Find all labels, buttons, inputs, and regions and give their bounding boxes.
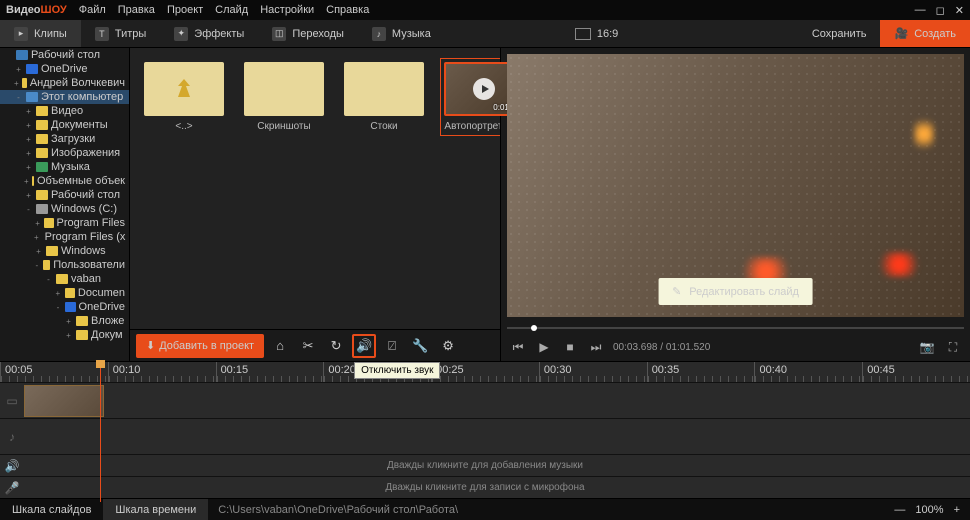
tree-item[interactable]: -OneDrive	[0, 300, 129, 314]
menu-file[interactable]: Файл	[79, 4, 106, 16]
file-tree: Рабочий стол+OneDrive+Андрей Волчкевич-Э…	[0, 48, 130, 361]
timeline-scale-tab[interactable]: Шкала времени	[103, 499, 208, 520]
menu-edit[interactable]: Правка	[118, 4, 155, 16]
current-path: C:\Users\vaban\OneDrive\Рабочий стол\Раб…	[208, 504, 468, 516]
tree-item[interactable]: Рабочий стол	[0, 48, 129, 62]
preview-panel: ✎Редактировать слайд ⏮ ▶ ■ ⏭ 00:03.698 /…	[500, 48, 970, 361]
speaker-icon: 🔊	[0, 459, 24, 473]
tree-item[interactable]: -Windows (C:)	[0, 202, 129, 216]
mic-icon: 🎤	[0, 481, 24, 495]
statusbar: Шкала слайдов Шкала времени C:\Users\vab…	[0, 498, 970, 520]
tabs-row: ▸Клипы TТитры ✦Эффекты ◫Переходы ♪Музыка…	[0, 20, 970, 48]
tab-music[interactable]: ♪Музыка	[358, 20, 445, 47]
video-track[interactable]: ▭	[0, 382, 970, 418]
audio-track-icon: ♪	[0, 430, 24, 444]
tree-item[interactable]: -Этот компьютер	[0, 90, 129, 104]
tree-item[interactable]: +Вложе	[0, 314, 129, 328]
menu-settings[interactable]: Настройки	[260, 4, 314, 16]
menu-slide[interactable]: Слайд	[215, 4, 248, 16]
tree-item[interactable]: +Видео	[0, 104, 129, 118]
zoom-in-button[interactable]: +	[954, 504, 960, 516]
audio-track[interactable]: ♪	[0, 418, 970, 454]
tree-item[interactable]: +OneDrive	[0, 62, 129, 76]
clip-toolbar: ⬇Добавить в проект ⌂ ✂ ↻ 🔊 Отключить зву…	[130, 329, 500, 361]
preview-canvas[interactable]: ✎Редактировать слайд	[507, 54, 964, 317]
create-button[interactable]: 🎥Создать	[880, 20, 970, 47]
tree-item[interactable]: +Документы	[0, 118, 129, 132]
thumbnail[interactable]: Скриншоты	[244, 62, 324, 132]
cut-button[interactable]: ✂	[296, 334, 320, 358]
next-button[interactable]: ⏭	[587, 338, 605, 356]
tree-item[interactable]: +Documen	[0, 286, 129, 300]
aspect-ratio[interactable]: 16:9	[575, 28, 618, 40]
camera-icon: 🎥	[894, 27, 908, 40]
menu-help[interactable]: Справка	[326, 4, 369, 16]
fullscreen-button[interactable]: ⛶	[944, 338, 962, 356]
video-track-icon: ▭	[0, 394, 24, 408]
maximize-icon[interactable]: ◻	[936, 4, 945, 17]
tab-transitions[interactable]: ◫Переходы	[258, 20, 358, 47]
tools-button[interactable]: 🔧	[408, 334, 432, 358]
video-clip[interactable]	[24, 385, 104, 417]
menubar: ВидеоШОУ Файл Правка Проект Слайд Настро…	[0, 0, 970, 20]
tree-item[interactable]: +Изображения	[0, 146, 129, 160]
tree-item[interactable]: +Рабочий стол	[0, 188, 129, 202]
mic-track[interactable]: 🎤 Дважды кликните для записи с микрофона	[0, 476, 970, 498]
tree-item[interactable]: +Program Files (x	[0, 230, 129, 244]
tree-item[interactable]: +Андрей Волчкевич	[0, 76, 129, 90]
thumbnail[interactable]: Стоки	[344, 62, 424, 132]
mic-hint: Дважды кликните для записи с микрофона	[385, 482, 584, 493]
add-to-project-button[interactable]: ⬇Добавить в проект	[136, 334, 264, 358]
tree-item[interactable]: +Докум	[0, 328, 129, 342]
tree-item[interactable]: +Объемные объек	[0, 174, 129, 188]
download-icon: ⬇	[146, 339, 155, 352]
pencil-icon: ✎	[672, 285, 681, 298]
aspect-icon	[575, 28, 591, 40]
stop-button[interactable]: ■	[561, 338, 579, 356]
thumbnail-grid: <..>СкриншотыСтоки0:01:02Автопортрет.mp4	[130, 48, 500, 329]
effects-icon: ✦	[174, 27, 188, 41]
tab-titles[interactable]: TТитры	[81, 20, 160, 47]
tab-clips[interactable]: ▸Клипы	[0, 20, 81, 47]
close-icon[interactable]: ✕	[955, 4, 964, 17]
text-icon: T	[95, 27, 109, 41]
tree-item[interactable]: +Windows	[0, 244, 129, 258]
tooltip: Отключить звук	[354, 362, 440, 379]
snapshot-button[interactable]: 📷	[918, 338, 936, 356]
slides-scale-tab[interactable]: Шкала слайдов	[0, 499, 103, 520]
app-logo: ВидеоШОУ	[6, 4, 67, 16]
mute-button[interactable]: 🔊 Отключить звук	[352, 334, 376, 358]
time-display: 00:03.698 / 01:01.520	[613, 342, 710, 353]
seek-bar[interactable]	[507, 323, 964, 333]
folder-icon: ▸	[14, 27, 28, 41]
time-ruler[interactable]: 00:0500:1000:1500:2000:2500:3000:3500:40…	[0, 362, 970, 382]
thumbnail[interactable]: <..>	[144, 62, 224, 132]
settings-button[interactable]: ⚙	[436, 334, 460, 358]
crop-button[interactable]: ⍁	[380, 334, 404, 358]
music-icon: ♪	[372, 27, 386, 41]
music-track[interactable]: 🔊 Дважды кликните для добавления музыки	[0, 454, 970, 476]
save-button[interactable]: Сохранить	[798, 20, 881, 47]
menu-project[interactable]: Проект	[167, 4, 203, 16]
playback-controls: ⏮ ▶ ■ ⏭ 00:03.698 / 01:01.520 📷 ⛶	[501, 333, 970, 361]
zoom-out-button[interactable]: —	[894, 504, 905, 516]
music-hint: Дважды кликните для добавления музыки	[387, 460, 583, 471]
tree-item[interactable]: +Музыка	[0, 160, 129, 174]
play-button[interactable]: ▶	[535, 338, 553, 356]
playhead[interactable]	[100, 362, 101, 502]
tree-item[interactable]: +Загрузки	[0, 132, 129, 146]
timeline: 00:0500:1000:1500:2000:2500:3000:3500:40…	[0, 361, 970, 498]
tree-item[interactable]: +Program Files	[0, 216, 129, 230]
edit-slide-button[interactable]: ✎Редактировать слайд	[658, 278, 813, 305]
home-button[interactable]: ⌂	[268, 334, 292, 358]
tree-item[interactable]: -Пользователи	[0, 258, 129, 272]
minimize-icon[interactable]: —	[915, 4, 926, 17]
tree-item[interactable]: -vaban	[0, 272, 129, 286]
zoom-level: 100%	[915, 504, 943, 516]
tab-effects[interactable]: ✦Эффекты	[160, 20, 258, 47]
prev-button[interactable]: ⏮	[509, 338, 527, 356]
rotate-button[interactable]: ↻	[324, 334, 348, 358]
transitions-icon: ◫	[272, 27, 286, 41]
